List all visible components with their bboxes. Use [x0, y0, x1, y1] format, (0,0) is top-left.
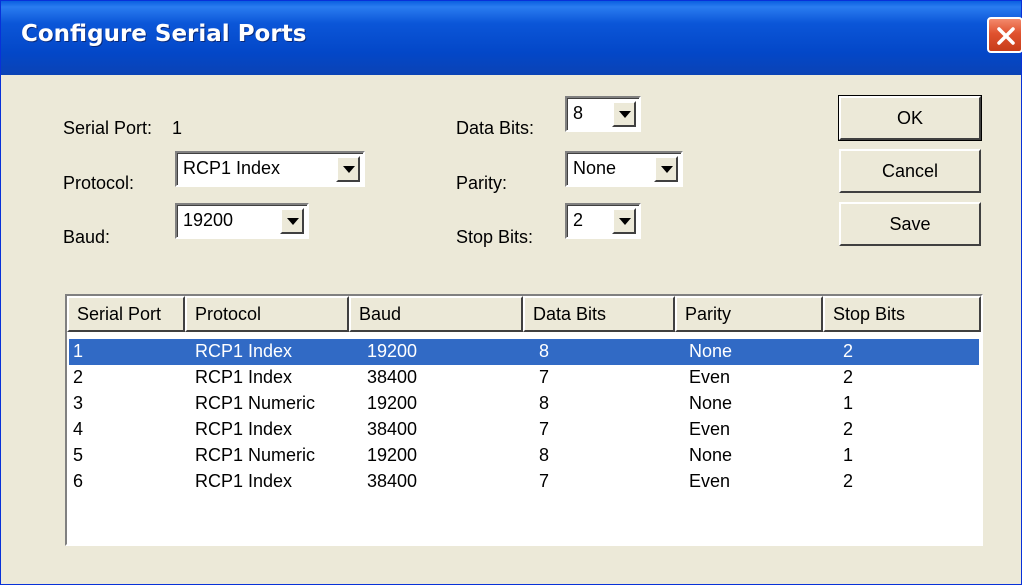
cell-parity: Even — [689, 471, 731, 491]
chevron-down-icon[interactable] — [612, 101, 636, 127]
stop-bits-selected-value: 2 — [573, 210, 584, 230]
cell-serial-port: 6 — [73, 471, 84, 491]
cell-stop-bits: 1 — [843, 445, 854, 465]
parity-selected-value: None — [573, 158, 617, 178]
cell-parity: Even — [689, 419, 731, 439]
cell-data-bits: 8 — [539, 445, 550, 465]
table-row[interactable]: 3 RCP1 Numeric 19200 8 None 1 — [69, 391, 979, 417]
cell-serial-port: 2 — [73, 367, 84, 387]
serial-port-label: Serial Port: — [63, 118, 153, 138]
cell-stop-bits: 2 — [843, 471, 854, 491]
baud-selected-value: 19200 — [183, 210, 234, 230]
cell-baud: 38400 — [367, 367, 418, 387]
stop-bits-dropdown[interactable]: 2 — [565, 203, 641, 239]
table-row[interactable]: 5 RCP1 Numeric 19200 8 None 1 — [69, 443, 979, 469]
cell-protocol: RCP1 Index — [195, 419, 293, 439]
table-row[interactable]: 1 RCP1 Index 19200 8 None 2 — [69, 339, 979, 365]
window-title: Configure Serial Ports — [21, 21, 307, 47]
serial-ports-table[interactable]: Serial Port Protocol Baud Data Bits Pari… — [65, 294, 983, 546]
baud-label: Baud: — [63, 227, 111, 247]
column-header-protocol[interactable]: Protocol — [185, 296, 349, 332]
serial-port-value: 1 — [172, 118, 183, 138]
cell-data-bits: 7 — [539, 471, 550, 491]
close-button[interactable] — [987, 17, 1022, 53]
ok-button[interactable]: OK — [838, 95, 982, 141]
cell-protocol: RCP1 Index — [195, 367, 293, 387]
cell-serial-port: 5 — [73, 445, 84, 465]
cell-parity: None — [689, 393, 733, 413]
cell-data-bits: 7 — [539, 367, 550, 387]
chevron-down-icon[interactable] — [654, 156, 678, 182]
cell-stop-bits: 2 — [843, 341, 854, 361]
table-header: Serial Port Protocol Baud Data Bits Pari… — [67, 296, 981, 332]
cell-baud: 19200 — [367, 341, 418, 361]
cell-data-bits: 8 — [539, 341, 550, 361]
chevron-down-icon[interactable] — [280, 208, 304, 234]
cell-protocol: RCP1 Numeric — [195, 393, 316, 413]
cell-data-bits: 7 — [539, 419, 550, 439]
table-row[interactable]: 4 RCP1 Index 38400 7 Even 2 — [69, 417, 979, 443]
cell-baud: 19200 — [367, 393, 418, 413]
cancel-button[interactable]: Cancel — [839, 149, 981, 193]
cell-baud: 38400 — [367, 419, 418, 439]
cell-baud: 19200 — [367, 445, 418, 465]
column-header-data-bits[interactable]: Data Bits — [523, 296, 675, 332]
table-row[interactable]: 6 RCP1 Index 38400 7 Even 2 — [69, 469, 979, 495]
cell-serial-port: 3 — [73, 393, 84, 413]
column-header-serial-port[interactable]: Serial Port — [67, 296, 185, 332]
baud-dropdown[interactable]: 19200 — [175, 203, 309, 239]
cell-parity: Even — [689, 367, 731, 387]
cell-serial-port: 1 — [73, 341, 84, 361]
column-header-parity[interactable]: Parity — [675, 296, 823, 332]
cell-protocol: RCP1 Index — [195, 341, 293, 361]
cell-serial-port: 4 — [73, 419, 84, 439]
table-row[interactable]: 2 RCP1 Index 38400 7 Even 2 — [69, 365, 979, 391]
data-bits-label: Data Bits: — [456, 118, 535, 138]
data-bits-dropdown[interactable]: 8 — [565, 96, 641, 132]
cell-stop-bits: 2 — [843, 367, 854, 387]
column-header-stop-bits[interactable]: Stop Bits — [823, 296, 981, 332]
cell-parity: None — [689, 341, 733, 361]
cell-protocol: RCP1 Numeric — [195, 445, 316, 465]
close-icon — [997, 27, 1015, 45]
protocol-dropdown[interactable]: RCP1 Index — [175, 151, 365, 187]
parity-label: Parity: — [456, 173, 508, 193]
chevron-down-icon[interactable] — [612, 208, 636, 234]
data-bits-selected-value: 8 — [573, 103, 584, 123]
parity-dropdown[interactable]: None — [565, 151, 683, 187]
stop-bits-label: Stop Bits: — [456, 227, 534, 247]
title-bar[interactable]: Configure Serial Ports — [1, 1, 1022, 75]
save-button[interactable]: Save — [839, 202, 981, 246]
cell-baud: 38400 — [367, 471, 418, 491]
protocol-label: Protocol: — [63, 173, 135, 193]
cell-parity: None — [689, 445, 733, 465]
cell-stop-bits: 2 — [843, 419, 854, 439]
cell-protocol: RCP1 Index — [195, 471, 293, 491]
configure-serial-ports-dialog: Configure Serial Ports Serial Port: 1 Pr… — [0, 0, 1022, 585]
cell-data-bits: 8 — [539, 393, 550, 413]
column-header-baud[interactable]: Baud — [349, 296, 523, 332]
cell-stop-bits: 1 — [843, 393, 854, 413]
protocol-selected-value: RCP1 Index — [183, 158, 281, 178]
chevron-down-icon[interactable] — [336, 156, 360, 182]
